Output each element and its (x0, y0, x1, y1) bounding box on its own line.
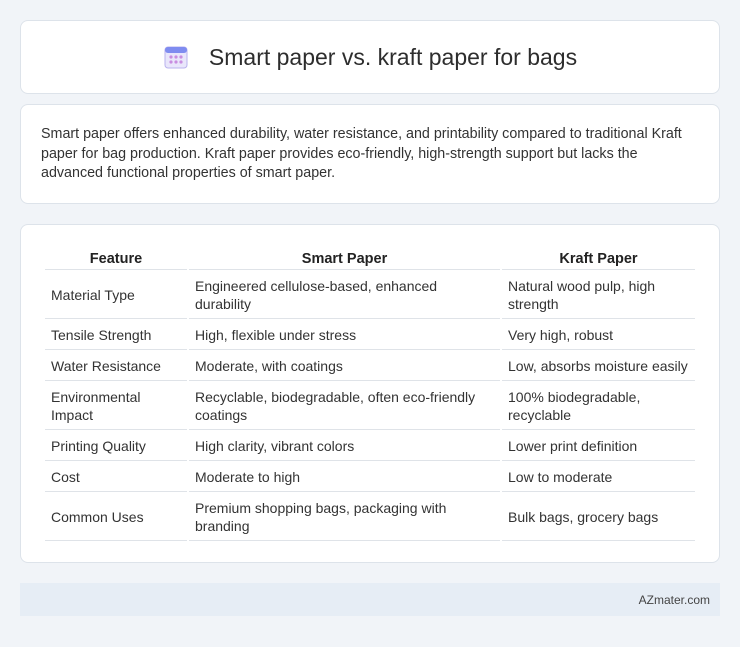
table-row: Printing Quality High clarity, vibrant c… (45, 432, 695, 461)
summary-card: Smart paper offers enhanced durability, … (20, 104, 720, 204)
smart-paper-cell: High, flexible under stress (189, 321, 500, 350)
summary-text: Smart paper offers enhanced durability, … (41, 126, 682, 181)
smart-paper-cell: Moderate to high (189, 463, 500, 492)
smart-paper-cell: High clarity, vibrant colors (189, 432, 500, 461)
kraft-paper-cell: Low, absorbs moisture easily (502, 352, 695, 381)
kraft-paper-cell: 100% biodegradable, recyclable (502, 383, 695, 430)
smart-paper-cell: Engineered cellulose-based, enhanced dur… (189, 272, 500, 319)
table-row: Material Type Engineered cellulose-based… (45, 272, 695, 319)
feature-cell: Environmental Impact (45, 383, 187, 430)
kraft-paper-cell: Very high, robust (502, 321, 695, 350)
feature-cell: Common Uses (45, 494, 187, 541)
title-card: Smart paper vs. kraft paper for bags (20, 20, 720, 94)
feature-cell: Water Resistance (45, 352, 187, 381)
footer-source: AZmater.com (638, 592, 710, 607)
header-kraft-paper: Kraft Paper (502, 247, 695, 270)
calendar-grid-icon (163, 44, 189, 70)
header-feature: Feature (45, 247, 187, 270)
smart-paper-cell: Moderate, with coatings (189, 352, 500, 381)
table-row: Water Resistance Moderate, with coatings… (45, 352, 695, 381)
kraft-paper-cell: Natural wood pulp, high strength (502, 272, 695, 319)
comparison-table-card: Feature Smart Paper Kraft Paper Material… (20, 224, 720, 563)
table-row: Cost Moderate to high Low to moderate (45, 463, 695, 492)
feature-cell: Tensile Strength (45, 321, 187, 350)
feature-cell: Printing Quality (45, 432, 187, 461)
feature-cell: Material Type (45, 272, 187, 319)
smart-paper-cell: Premium shopping bags, packaging with br… (189, 494, 500, 541)
comparison-table: Feature Smart Paper Kraft Paper Material… (43, 245, 697, 543)
kraft-paper-cell: Low to moderate (502, 463, 695, 492)
header-smart-paper: Smart Paper (189, 247, 500, 270)
kraft-paper-cell: Lower print definition (502, 432, 695, 461)
smart-paper-cell: Recyclable, biodegradable, often eco-fri… (189, 383, 500, 430)
table-row: Common Uses Premium shopping bags, packa… (45, 494, 695, 541)
kraft-paper-cell: Bulk bags, grocery bags (502, 494, 695, 541)
table-header-row: Feature Smart Paper Kraft Paper (45, 247, 695, 270)
page-title: Smart paper vs. kraft paper for bags (208, 43, 578, 70)
table-row: Tensile Strength High, flexible under st… (45, 321, 695, 350)
table-row: Environmental Impact Recyclable, biodegr… (45, 383, 695, 430)
feature-cell: Cost (45, 463, 187, 492)
footer: AZmater.com (20, 583, 720, 616)
